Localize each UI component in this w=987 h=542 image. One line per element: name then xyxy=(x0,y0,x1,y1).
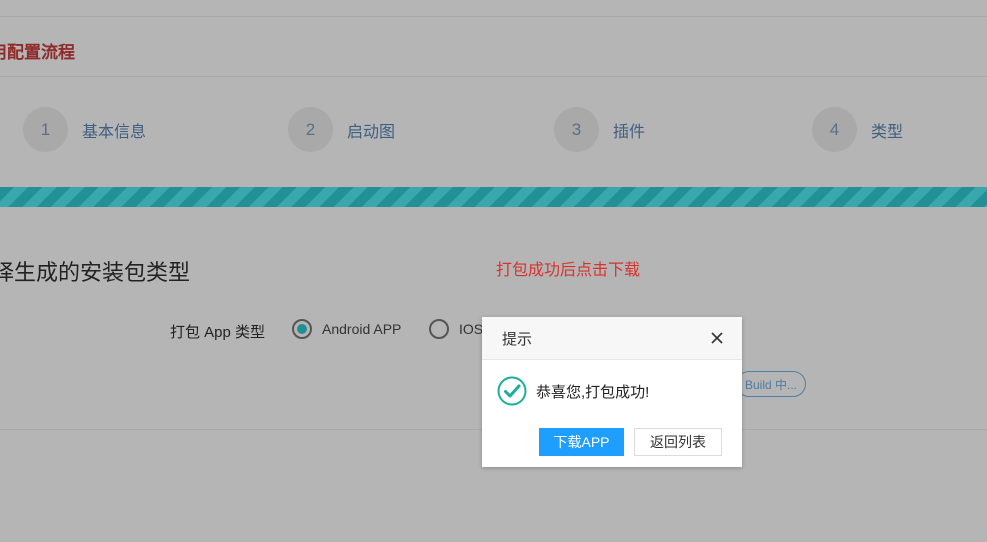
check-circle-icon xyxy=(497,376,527,406)
app-type-label: 打包 App 类型 xyxy=(170,324,266,341)
step-number: 2 xyxy=(288,107,333,152)
progress-bar xyxy=(0,187,987,207)
step-4[interactable]: 4 类型 xyxy=(812,107,903,152)
download-app-button[interactable]: 下载APP xyxy=(539,428,624,456)
radio-label: IOS xyxy=(459,321,484,337)
dialog-header: 提示 xyxy=(482,317,742,360)
dialog-title: 提示 xyxy=(502,330,533,348)
radio-button[interactable] xyxy=(429,319,449,339)
dialog-message: 恭喜您,打包成功! xyxy=(536,383,650,401)
section-title: 用配置流程 xyxy=(0,43,75,63)
step-2[interactable]: 2 启动图 xyxy=(288,107,395,152)
type-heading: 择生成的安装包类型 xyxy=(0,260,191,285)
dialog-footer: 下载APP 返回列表 xyxy=(539,428,722,456)
close-icon[interactable] xyxy=(710,331,724,345)
step-label: 基本信息 xyxy=(82,123,147,141)
success-dialog: 提示 恭喜您,打包成功! 下载APP 返回列表 xyxy=(482,317,742,467)
divider-top xyxy=(0,16,987,17)
step-label: 启动图 xyxy=(347,123,396,141)
radio-selected-dot xyxy=(297,324,307,334)
divider-steps xyxy=(0,76,987,77)
back-to-list-button[interactable]: 返回列表 xyxy=(634,428,722,456)
step-number: 1 xyxy=(23,107,68,152)
step-label: 类型 xyxy=(871,123,904,141)
radio-android[interactable]: Android APP xyxy=(292,319,401,339)
step-1[interactable]: 1 基本信息 xyxy=(23,107,146,152)
step-number: 3 xyxy=(554,107,599,152)
step-number: 4 xyxy=(812,107,857,152)
radio-button[interactable] xyxy=(292,319,312,339)
download-hint: 打包成功后点击下载 xyxy=(496,262,641,279)
dialog-body: 恭喜您,打包成功! xyxy=(482,360,742,406)
step-label: 插件 xyxy=(613,123,646,141)
step-3[interactable]: 3 插件 xyxy=(554,107,645,152)
radio-label: Android APP xyxy=(322,321,402,337)
build-button[interactable]: Build 中... xyxy=(736,371,806,397)
radio-ios[interactable]: IOS xyxy=(429,319,483,339)
